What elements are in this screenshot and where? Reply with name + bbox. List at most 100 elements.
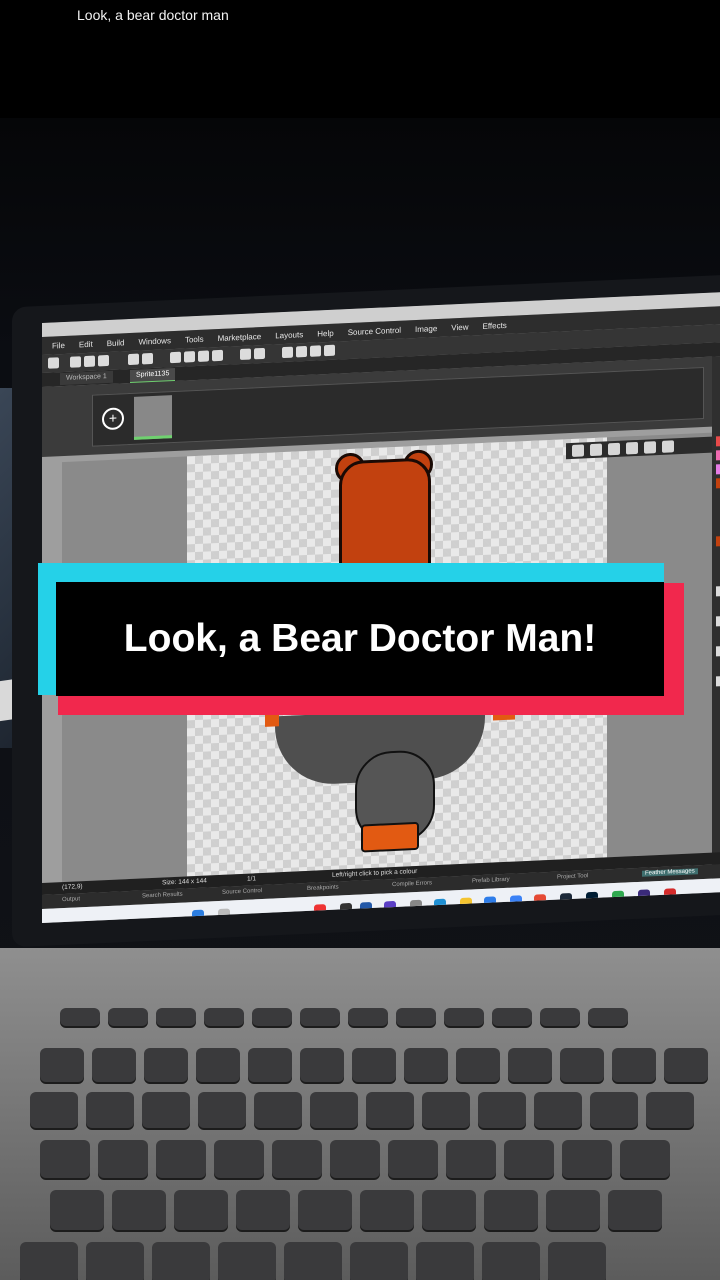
keyboard-key (218, 1242, 276, 1280)
keyboard-key (588, 1008, 628, 1026)
keyboard-key (422, 1190, 476, 1230)
keyboard-key (174, 1190, 228, 1230)
tab-output[interactable]: Output (62, 896, 80, 903)
zoom-out-icon[interactable] (608, 442, 620, 456)
keyboard-key (422, 1092, 470, 1128)
keyboard-key (30, 1092, 78, 1128)
keyboard-key (330, 1140, 380, 1178)
keyboard-key (284, 1242, 342, 1280)
keyboard-key (360, 1190, 414, 1230)
keyboard-key (562, 1140, 612, 1178)
gear-icon[interactable] (254, 347, 265, 360)
keyboard-key (612, 1048, 656, 1082)
menu-effects[interactable]: Effects (482, 320, 506, 330)
menu-tools[interactable]: Tools (185, 334, 204, 344)
keyboard-key (366, 1092, 414, 1128)
open-file-icon[interactable] (84, 355, 95, 368)
keyboard-key (590, 1092, 638, 1128)
pencil-tool-icon[interactable] (716, 585, 720, 597)
home-icon[interactable] (48, 357, 59, 369)
view-options-icon[interactable] (662, 440, 674, 453)
menu-edit[interactable]: Edit (79, 339, 93, 349)
menu-marketplace[interactable]: Marketplace (218, 332, 262, 343)
tab-prefab-library[interactable]: Prefab Library (472, 877, 510, 885)
keyboard (20, 1008, 720, 1280)
eraser-tool-icon[interactable] (716, 615, 720, 627)
color-palette (712, 355, 720, 897)
menu-help[interactable]: Help (317, 328, 333, 338)
keyboard-key (664, 1048, 708, 1082)
keyboard-key (646, 1092, 694, 1128)
step-icon[interactable] (212, 349, 223, 362)
keyboard-key (504, 1140, 554, 1178)
zoom-in-icon[interactable] (590, 443, 602, 457)
debug-icon[interactable] (170, 351, 181, 364)
tab-feather-messages[interactable]: Feather Messages (642, 868, 698, 877)
keyboard-key (534, 1092, 582, 1128)
keyboard-key (404, 1048, 448, 1082)
current-color[interactable] (716, 535, 720, 547)
new-file-icon[interactable] (70, 356, 81, 368)
swatch-red[interactable] (716, 435, 720, 447)
keyboard-key (396, 1008, 436, 1026)
play-icon[interactable] (184, 351, 195, 363)
menu-file[interactable]: File (52, 340, 65, 350)
tab-project-tool[interactable]: Project Tool (557, 873, 588, 880)
keyboard-key (300, 1048, 344, 1082)
clean-icon[interactable] (142, 352, 153, 365)
grid-toggle-icon[interactable] (572, 444, 584, 457)
menu-windows[interactable]: Windows (138, 336, 170, 346)
keyboard-key (608, 1190, 662, 1230)
tab-search-results[interactable]: Search Results (142, 892, 183, 900)
stop-icon[interactable] (198, 350, 209, 362)
keyboard-key (86, 1242, 144, 1280)
rotate-tool-icon[interactable] (716, 675, 720, 687)
grid-icon[interactable] (324, 344, 335, 357)
status-frame: 1/1 (247, 875, 257, 883)
eyedropper-tool-icon[interactable] (716, 645, 720, 657)
swatch-brown[interactable] (716, 477, 720, 489)
zoom-fit-icon[interactable] (626, 441, 638, 455)
fullscreen-icon[interactable] (644, 441, 656, 454)
keyboard-key (248, 1048, 292, 1082)
zoom-reset-icon[interactable] (296, 345, 307, 358)
keyboard-key (546, 1190, 600, 1230)
keyboard-key (388, 1140, 438, 1178)
tab-workspace[interactable]: Workspace 1 (60, 370, 113, 386)
menu-image[interactable]: Image (415, 324, 437, 334)
swatch-pink[interactable] (716, 449, 720, 461)
keyboard-key (252, 1008, 292, 1026)
menu-source-control[interactable]: Source Control (348, 325, 401, 336)
keyboard-key (214, 1140, 264, 1178)
keyboard-key (352, 1048, 396, 1082)
menu-layouts[interactable]: Layouts (275, 330, 303, 340)
laptop-keyboard-deck (0, 948, 720, 1280)
keyboard-key (484, 1190, 538, 1230)
zoom-out-icon[interactable] (282, 346, 293, 359)
keyboard-key (86, 1092, 134, 1128)
keyboard-key (300, 1008, 340, 1026)
keyboard-key (492, 1008, 532, 1026)
keyboard-key (204, 1008, 244, 1026)
keyboard-key (540, 1008, 580, 1026)
keyboard-key (350, 1242, 408, 1280)
keyboard-key (446, 1140, 496, 1178)
top-bar: Look, a bear doctor man (0, 0, 720, 118)
tab-breakpoints[interactable]: Breakpoints (307, 885, 339, 892)
build-icon[interactable] (128, 353, 139, 366)
frame-thumbnail[interactable] (134, 395, 172, 440)
save-icon[interactable] (98, 354, 109, 367)
keyboard-key (60, 1008, 100, 1026)
swatch-magenta[interactable] (716, 463, 720, 475)
keyboard-key (444, 1008, 484, 1026)
keyboard-key (40, 1048, 84, 1082)
zoom-in-icon[interactable] (310, 345, 321, 357)
menu-view[interactable]: View (451, 322, 468, 332)
tab-compile-errors[interactable]: Compile Errors (392, 880, 432, 888)
settings-icon[interactable] (240, 348, 251, 361)
tab-source-control[interactable]: Source Control (222, 888, 262, 896)
keyboard-key (108, 1008, 148, 1026)
keyboard-key (112, 1190, 166, 1230)
keyboard-key (482, 1242, 540, 1280)
menu-build[interactable]: Build (107, 338, 125, 348)
